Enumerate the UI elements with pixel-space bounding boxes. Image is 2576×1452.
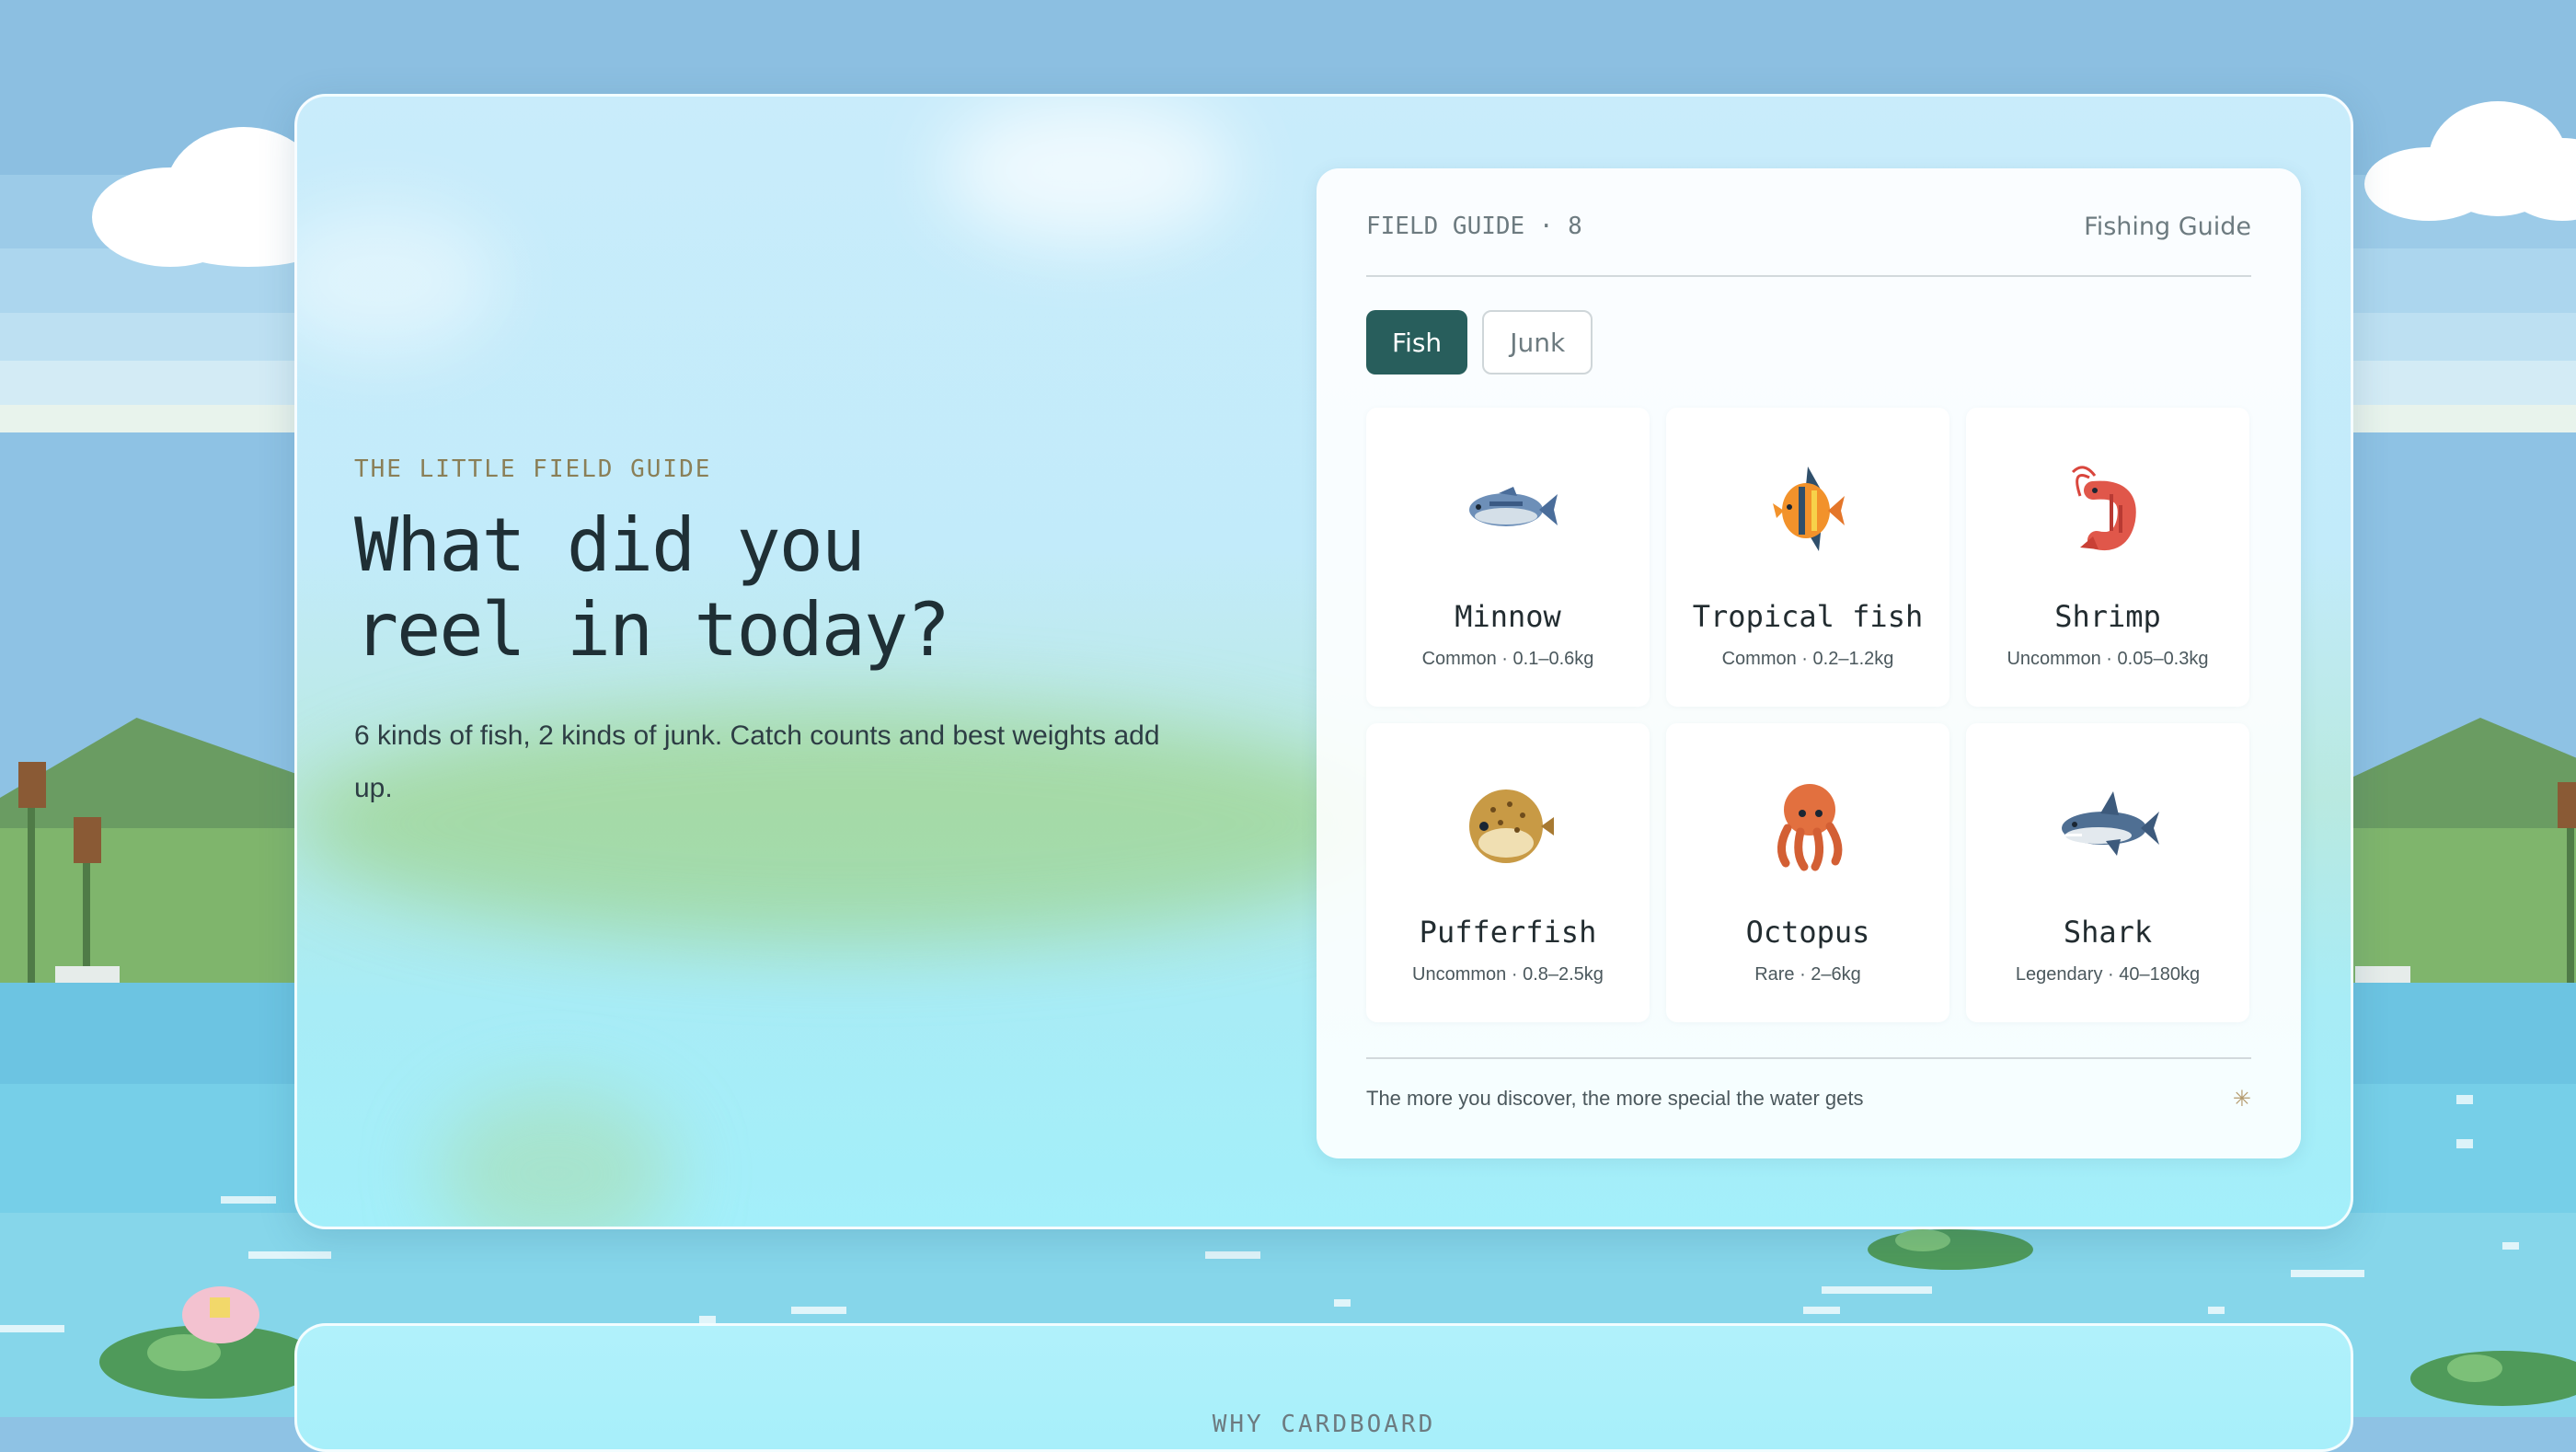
field-guide-footer: The more you discover, the more special … [1366, 1057, 2251, 1138]
hero-subtext: 6 kinds of fish, 2 kinds of junk. Catch … [354, 720, 1160, 803]
hero-card: THE LITTLE FIELD GUIDE What did you reel… [294, 94, 2353, 1229]
shark-icon [2062, 791, 2159, 856]
field-guide-count: FIELD GUIDE · 8 [1366, 213, 1582, 240]
catch-meta: Uncommon · 0.05–0.3kg [2007, 649, 2209, 669]
catch-name: Tropical fish [1692, 599, 1924, 634]
shrimp-icon [2071, 466, 2136, 550]
next-section-label: WHY CARDBOARD [1212, 1411, 1436, 1438]
catch-name: Shark [2063, 915, 2153, 950]
catch-meta: Legendary · 40–180kg [2015, 964, 2201, 985]
catch-grid: Minnow Common · 0.1–0.6kg Tropical fish … [1366, 408, 2251, 1022]
field-guide-panel: FIELD GUIDE · 8 Fishing Guide Fish Junk … [1317, 168, 2301, 1158]
catch-meta: Rare · 2–6kg [1754, 964, 1861, 985]
catch-card-pufferfish[interactable]: Pufferfish Uncommon · 0.8–2.5kg [1366, 723, 1650, 1022]
catch-card-shrimp[interactable]: Shrimp Uncommon · 0.05–0.3kg [1966, 408, 2249, 707]
catch-name: Octopus [1745, 915, 1870, 950]
tab-junk[interactable]: Junk [1482, 310, 1593, 375]
hero-eyebrow: THE LITTLE FIELD GUIDE [354, 455, 712, 483]
minnow-icon [1469, 487, 1558, 526]
field-guide-header: FIELD GUIDE · 8 Fishing Guide [1366, 168, 2251, 277]
catch-meta: Uncommon · 0.8–2.5kg [1412, 964, 1604, 985]
headline-line-2: reel in today? [354, 587, 950, 673]
catch-name: Minnow [1455, 599, 1561, 634]
category-tabs: Fish Junk [1366, 310, 2251, 375]
sparkle-icon: ✳ [2232, 1086, 2251, 1112]
pufferfish-icon [1469, 789, 1554, 863]
octopus-icon [1777, 784, 1843, 871]
catch-card-octopus[interactable]: Octopus Rare · 2–6kg [1666, 723, 1949, 1022]
catch-name: Shrimp [2054, 599, 2161, 634]
field-guide-title: Fishing Guide [2084, 212, 2251, 241]
catch-card-shark[interactable]: Shark Legendary · 40–180kg [1966, 723, 2249, 1022]
tropical-fish-icon [1773, 467, 1845, 551]
catch-card-tropical-fish[interactable]: Tropical fish Common · 0.2–1.2kg [1666, 408, 1949, 707]
hero-section: THE LITTLE FIELD GUIDE What did you reel… [354, 455, 1182, 814]
hero-headline: What did you reel in today? [354, 503, 1182, 673]
headline-line-1: What did you [354, 502, 866, 588]
catch-name: Pufferfish [1419, 915, 1597, 950]
lily-pad [1868, 1229, 2033, 1270]
next-section-card: WHY CARDBOARD [294, 1323, 2353, 1452]
catch-card-minnow[interactable]: Minnow Common · 0.1–0.6kg [1366, 408, 1650, 707]
tab-fish[interactable]: Fish [1366, 310, 1468, 375]
footer-text: The more you discover, the more special … [1366, 1087, 1864, 1110]
catch-meta: Common · 0.1–0.6kg [1421, 649, 1594, 669]
catch-meta: Common · 0.2–1.2kg [1721, 649, 1894, 669]
